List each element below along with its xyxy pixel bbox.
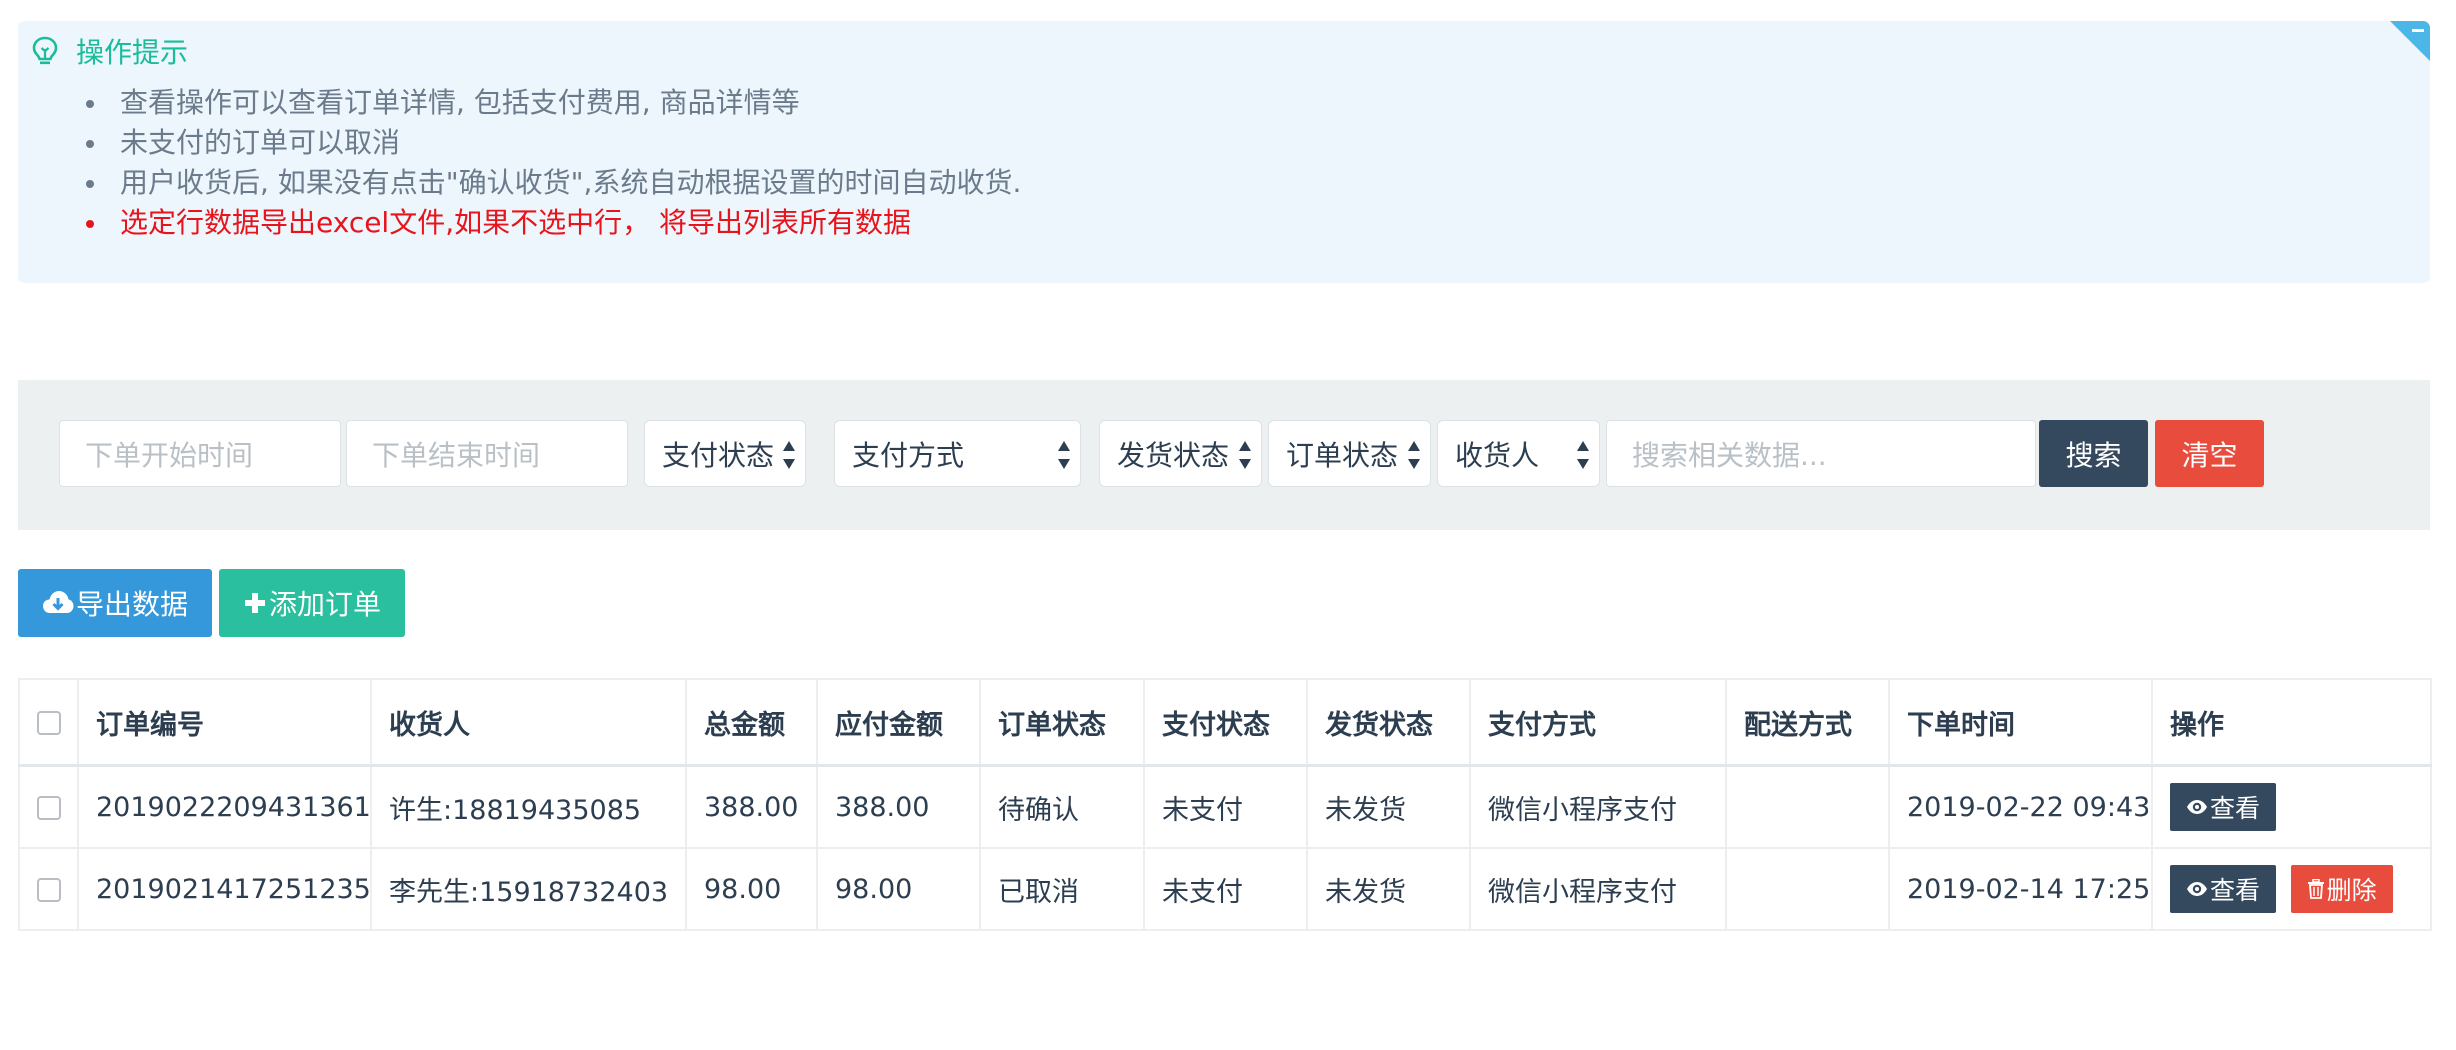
column-header: 操作 (2151, 678, 2432, 767)
pay-method: 微信小程序支付 (1469, 764, 1727, 849)
view-button[interactable]: 查看 (2170, 865, 2277, 913)
column-header: 发货状态 (1306, 678, 1471, 767)
order-status: 已取消 (979, 847, 1145, 931)
payable-amount: 98.00 (816, 847, 981, 931)
filter-bar: 下单开始时间 下单结束时间 支付状态 支付方式 发货状态 订单状态 收货人 搜索… (18, 380, 2430, 530)
row-checkbox[interactable] (36, 796, 61, 820)
pay-method: 微信小程序支付 (1469, 847, 1727, 931)
keyword-search-input[interactable]: 搜索相关数据... (1606, 420, 2036, 487)
select-arrows-icon (783, 441, 795, 469)
search-button[interactable]: 搜索 (2039, 420, 2148, 487)
select-arrows-icon (1577, 441, 1589, 469)
delivery-method (1725, 764, 1890, 849)
plus-icon (244, 593, 265, 613)
tips-header: 操作提示 (32, 31, 188, 71)
order-status: 待确认 (979, 764, 1145, 849)
tips-list: 查看操作可以查看订单详情, 包括支付费用, 商品详情等 未支付的订单可以取消 用… (86, 83, 1021, 243)
row-actions: 查看 删除 (2151, 847, 2432, 931)
order-status-select[interactable]: 订单状态 (1268, 420, 1431, 487)
table-row[interactable]: 201902220943136136 许生:18819435085 388.00… (18, 764, 2432, 849)
order-number: 201902141725123515 (77, 847, 372, 931)
operation-tips-panel: 操作提示 查看操作可以查看订单详情, 包括支付费用, 商品详情等 未支付的订单可… (18, 21, 2430, 283)
tip-item: 查看操作可以查看订单详情, 包括支付费用, 商品详情等 (86, 83, 1021, 123)
select-arrows-icon (1408, 441, 1420, 469)
total-amount: 388.00 (685, 764, 818, 849)
total-amount: 98.00 (685, 847, 818, 931)
column-header: 支付方式 (1469, 678, 1727, 767)
pay-method-select[interactable]: 支付方式 (834, 420, 1081, 487)
ship-status: 未发货 (1306, 764, 1471, 849)
pay-status-value: 支付状态 (662, 438, 775, 472)
column-header: 订单状态 (979, 678, 1145, 767)
row-checkbox-cell (18, 764, 79, 849)
column-header: 配送方式 (1725, 678, 1890, 767)
pay-status: 未支付 (1143, 847, 1308, 931)
row-checkbox[interactable] (36, 878, 61, 902)
pay-status: 未支付 (1143, 764, 1308, 849)
view-button[interactable]: 查看 (2170, 783, 2277, 831)
select-arrows-icon (1058, 441, 1070, 469)
eye-icon (2187, 882, 2207, 896)
consignee-select[interactable]: 收货人 (1437, 420, 1600, 487)
order-number: 201902220943136136 (77, 764, 372, 849)
select-all-checkbox[interactable] (36, 711, 61, 735)
eye-icon (2187, 800, 2207, 814)
order-list-page: 操作提示 查看操作可以查看订单详情, 包括支付费用, 商品详情等 未支付的订单可… (0, 0, 2456, 1050)
cloud-download-icon (42, 591, 74, 613)
consignee-value: 收货人 (1455, 438, 1540, 472)
tip-item: 用户收货后, 如果没有点击"确认收货",系统自动根据设置的时间自动收货. (86, 163, 1021, 203)
ship-status-select[interactable]: 发货状态 (1099, 420, 1262, 487)
tip-item-warning: 选定行数据导出excel文件,如果不选中行， 将导出列表所有数据 (86, 203, 1021, 243)
order-time: 2019-02-22 09:43 (1888, 764, 2153, 849)
column-header: 应付金额 (816, 678, 981, 767)
ship-status: 未发货 (1306, 847, 1471, 931)
add-order-button[interactable]: 添加订单 (219, 569, 405, 637)
consignee: 许生:18819435085 (370, 764, 687, 849)
consignee: 李先生:15918732403 (370, 847, 687, 931)
trash-icon (2307, 879, 2324, 899)
lightbulb-icon (32, 36, 58, 65)
column-header: 收货人 (370, 678, 687, 767)
column-header: 订单编号 (77, 678, 372, 767)
tips-title: 操作提示 (76, 36, 189, 69)
order-status-value: 订单状态 (1286, 438, 1399, 472)
table-row[interactable]: 201902141725123515 李先生:15918732403 98.00… (18, 847, 2432, 931)
column-header: 总金额 (685, 678, 818, 767)
row-checkbox-cell (18, 847, 79, 931)
column-header: 下单时间 (1888, 678, 2153, 767)
row-actions: 查看 (2151, 764, 2432, 849)
payable-amount: 388.00 (816, 764, 981, 849)
select-all-checkbox-cell (18, 678, 79, 767)
end-time-input[interactable]: 下单结束时间 (346, 420, 628, 487)
table-header-row: 订单编号 收货人 总金额 应付金额 订单状态 支付状态 发货状态 支付方式 配送… (18, 678, 2432, 767)
start-time-input[interactable]: 下单开始时间 (59, 420, 341, 487)
delivery-method (1725, 847, 1890, 931)
select-arrows-icon (1239, 441, 1251, 469)
order-time: 2019-02-14 17:25 (1888, 847, 2153, 931)
orders-table: 订单编号 收货人 总金额 应付金额 订单状态 支付状态 发货状态 支付方式 配送… (18, 678, 2432, 931)
ship-status-value: 发货状态 (1117, 438, 1230, 472)
pay-method-value: 支付方式 (852, 438, 965, 472)
export-data-button[interactable]: 导出数据 (18, 569, 212, 637)
pay-status-select[interactable]: 支付状态 (644, 420, 806, 487)
clear-button[interactable]: 清空 (2155, 420, 2264, 487)
tip-item: 未支付的订单可以取消 (86, 123, 1021, 163)
column-header: 支付状态 (1143, 678, 1308, 767)
delete-button[interactable]: 删除 (2290, 865, 2393, 913)
collapse-corner-icon[interactable] (2390, 21, 2430, 61)
